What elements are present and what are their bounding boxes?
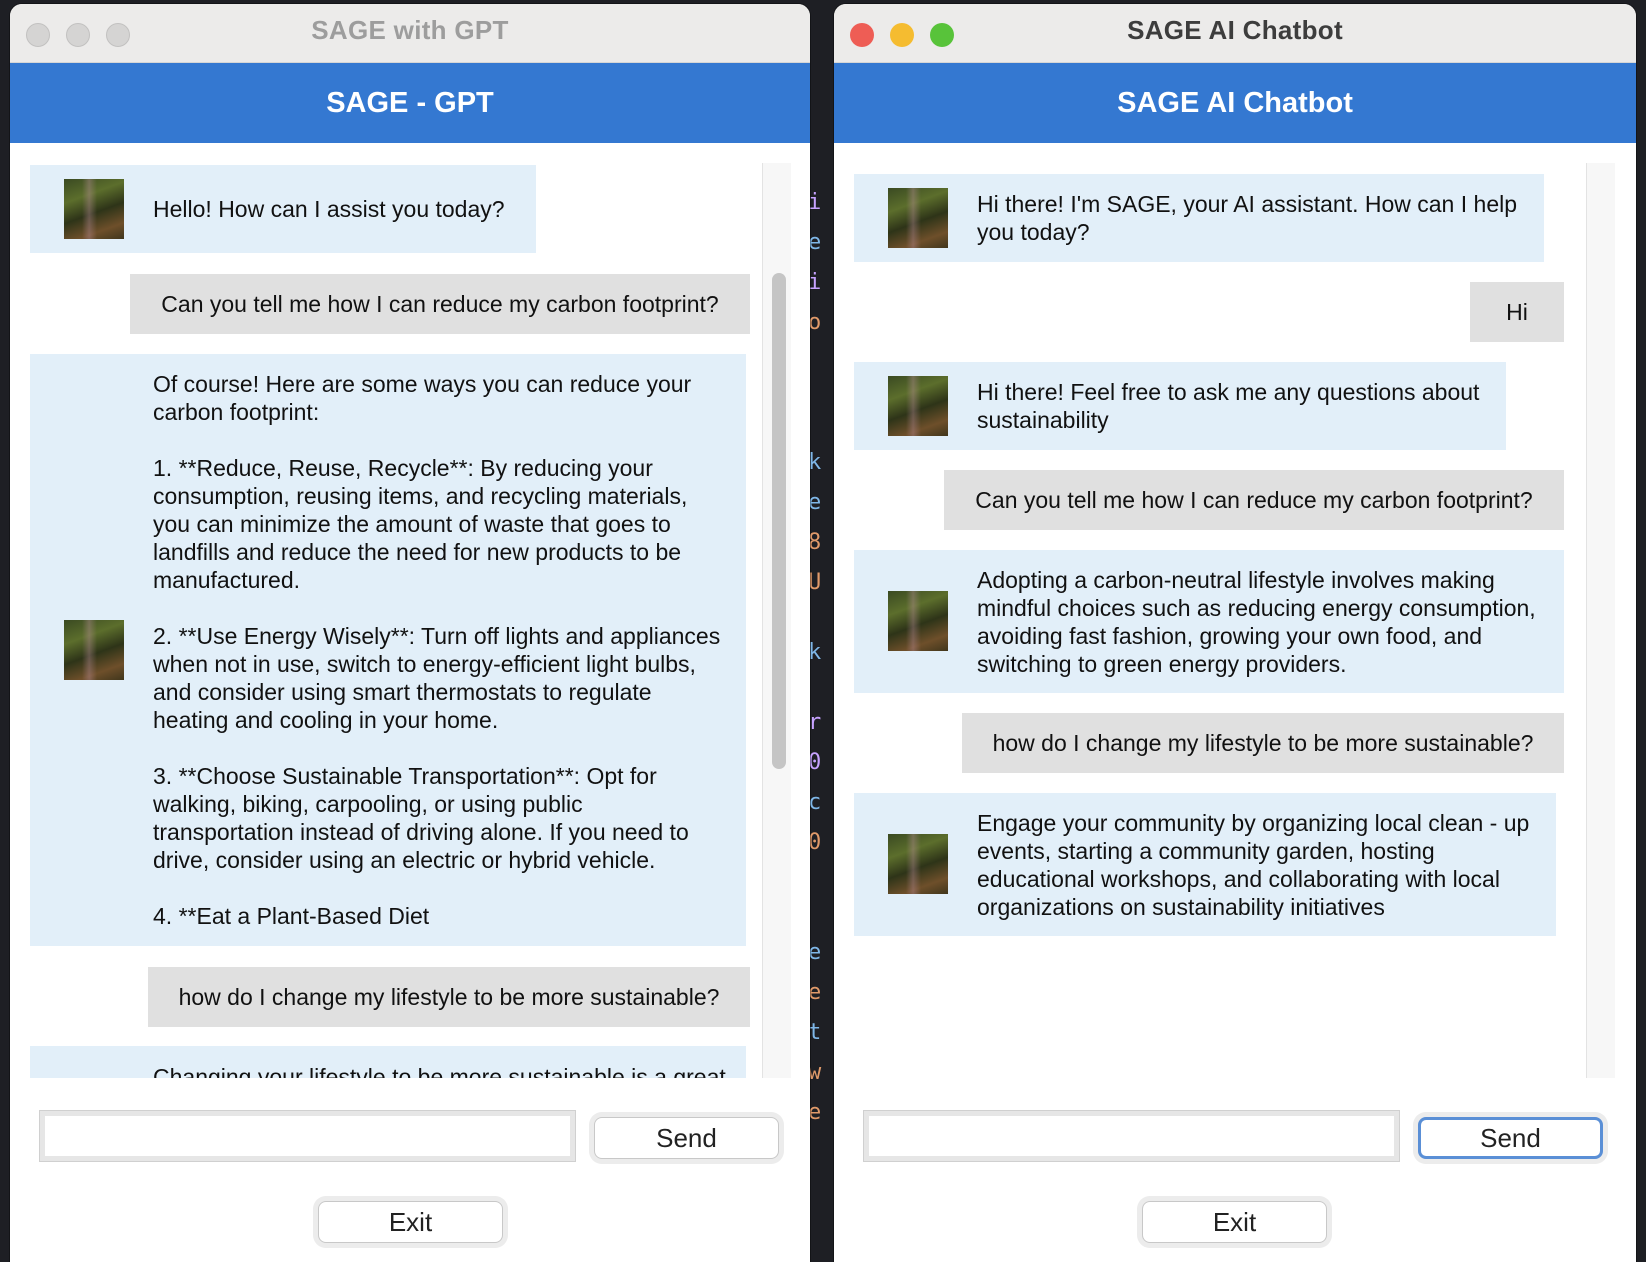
message-text: Adopting a carbon-neutral lifestyle invo… xyxy=(977,567,1536,677)
sage-ai-chatbot-window: SAGE AI Chatbot SAGE AI Chatbot Hi there… xyxy=(834,4,1636,1262)
chat-history[interactable]: Hi there! I'm SAGE, your AI assistant. H… xyxy=(834,143,1636,1078)
send-button[interactable]: Send xyxy=(1418,1117,1603,1159)
title-bar: SAGE with GPT xyxy=(10,4,810,63)
bot-message: Hi there! Feel free to ask me any questi… xyxy=(854,362,1506,450)
message-text: Can you tell me how I can reduce my carb… xyxy=(161,291,719,317)
exit-button[interactable]: Exit xyxy=(318,1201,503,1243)
bot-message: Hi there! I'm SAGE, your AI assistant. H… xyxy=(854,174,1544,262)
bot-avatar xyxy=(888,188,948,248)
user-message: how do I change my lifestyle to be more … xyxy=(148,967,750,1027)
bot-message: Adopting a carbon-neutral lifestyle invo… xyxy=(854,550,1564,693)
bot-avatar xyxy=(64,179,124,239)
bot-avatar xyxy=(888,376,948,436)
message-text: Changing your lifestyle to be more susta… xyxy=(153,1064,726,1078)
message-input[interactable] xyxy=(863,1110,1400,1162)
app-header: SAGE AI Chatbot xyxy=(834,63,1636,143)
user-message: Hi xyxy=(1470,282,1564,342)
bot-avatar xyxy=(888,591,948,651)
sage-gpt-window: SAGE with GPT SAGE - GPT Hello! How can … xyxy=(10,4,810,1262)
app-header: SAGE - GPT xyxy=(10,63,810,143)
scrollbar-thumb[interactable] xyxy=(772,273,786,769)
send-button[interactable]: Send xyxy=(594,1117,779,1159)
window-title: SAGE AI Chatbot xyxy=(1127,15,1343,45)
user-message: Can you tell me how I can reduce my carb… xyxy=(130,274,750,334)
message-text: Of course! Here are some ways you can re… xyxy=(153,371,721,929)
chat-scrollbar[interactable] xyxy=(762,163,791,1078)
bot-message: Hello! How can I assist you today? xyxy=(30,165,536,253)
chat-history[interactable]: Hello! How can I assist you today? Can y… xyxy=(10,143,810,1078)
message-text: Hello! How can I assist you today? xyxy=(153,196,505,222)
bot-avatar xyxy=(888,834,948,894)
message-text: Can you tell me how I can reduce my carb… xyxy=(975,487,1533,513)
message-text: Hi there! Feel free to ask me any questi… xyxy=(977,379,1480,433)
title-bar: SAGE AI Chatbot xyxy=(834,4,1636,63)
user-message: Can you tell me how I can reduce my carb… xyxy=(944,470,1564,530)
message-text: Hi there! I'm SAGE, your AI assistant. H… xyxy=(977,191,1518,245)
message-input[interactable] xyxy=(39,1110,576,1162)
message-text: how do I change my lifestyle to be more … xyxy=(178,984,720,1010)
message-text: how do I change my lifestyle to be more … xyxy=(992,730,1534,756)
chat-scrollbar[interactable] xyxy=(1586,163,1615,1078)
bot-message: Changing your lifestyle to be more susta… xyxy=(30,1046,746,1078)
exit-button[interactable]: Exit xyxy=(1142,1201,1327,1243)
bot-message: Of course! Here are some ways you can re… xyxy=(30,354,746,946)
bot-message: Engage your community by organizing loca… xyxy=(854,793,1556,936)
user-message: how do I change my lifestyle to be more … xyxy=(962,713,1564,773)
message-text: Hi xyxy=(1506,299,1528,325)
window-title: SAGE with GPT xyxy=(311,15,509,45)
bot-avatar xyxy=(64,620,124,680)
message-text: Engage your community by organizing loca… xyxy=(977,810,1530,920)
